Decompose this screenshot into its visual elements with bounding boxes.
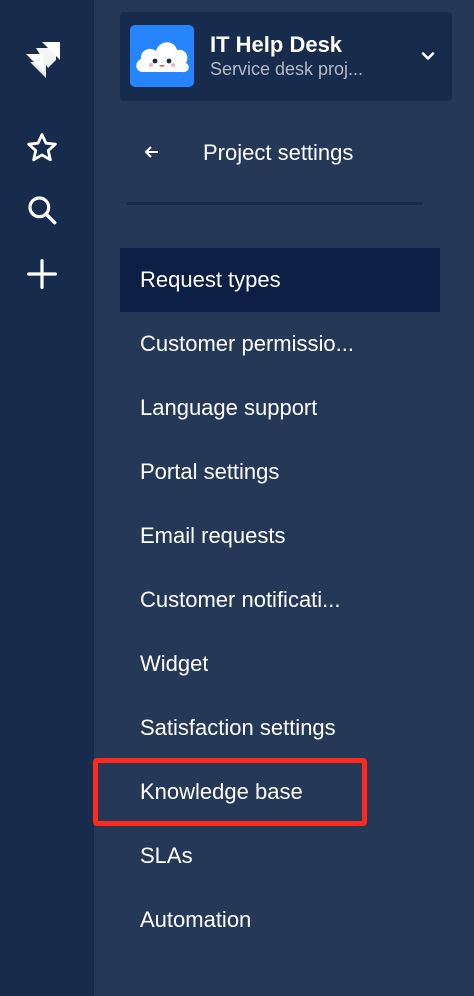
project-switcher[interactable]: IT Help Desk Service desk proj... (120, 12, 452, 101)
menu-item-email-requests[interactable]: Email requests (120, 504, 440, 568)
menu-item-request-types[interactable]: Request types (120, 248, 440, 312)
page-title: Project settings (203, 140, 354, 165)
menu-item-label: Satisfaction settings (140, 715, 336, 740)
menu-item-label: Knowledge base (140, 779, 303, 804)
menu-item-label: Customer permissio... (140, 331, 354, 356)
menu-item-customer-notifications[interactable]: Customer notificati... (120, 568, 440, 632)
search-icon[interactable] (20, 188, 64, 232)
menu-item-widget[interactable]: Widget (120, 632, 440, 696)
menu-item-label: SLAs (140, 843, 193, 868)
project-type: Service desk proj... (210, 59, 364, 79)
menu-item-customer-permissions[interactable]: Customer permissio... (120, 312, 440, 376)
cloud-icon (136, 42, 189, 73)
plus-icon[interactable] (20, 252, 64, 296)
project-name: IT Help Desk (210, 32, 343, 57)
project-sidebar: IT Help Desk Service desk proj... Projec… (93, 0, 474, 996)
menu-item-satisfaction-settings[interactable]: Satisfaction settings (120, 696, 440, 760)
menu-item-label: Language support (140, 395, 318, 420)
menu-item-language-support[interactable]: Language support (120, 376, 440, 440)
chevron-down-icon[interactable] (418, 46, 438, 66)
menu-item-label: Automation (140, 907, 252, 932)
menu-item-slas[interactable]: SLAs (120, 824, 440, 888)
divider (126, 202, 422, 205)
project-avatar (130, 25, 194, 87)
menu-item-automation[interactable]: Automation (120, 888, 440, 952)
global-navigation (0, 0, 94, 996)
back-arrow-icon[interactable] (140, 140, 164, 164)
star-icon[interactable] (20, 126, 64, 170)
menu-item-knowledge-base[interactable]: Knowledge base (120, 760, 440, 824)
menu-item-label: Widget (140, 651, 209, 676)
menu-item-label: Email requests (140, 523, 286, 548)
menu-item-label: Customer notificati... (140, 587, 341, 612)
menu-item-portal-settings[interactable]: Portal settings (120, 440, 440, 504)
menu-item-label: Portal settings (140, 459, 280, 484)
jira-logo-icon[interactable] (20, 38, 64, 82)
menu-item-label: Request types (140, 267, 281, 292)
